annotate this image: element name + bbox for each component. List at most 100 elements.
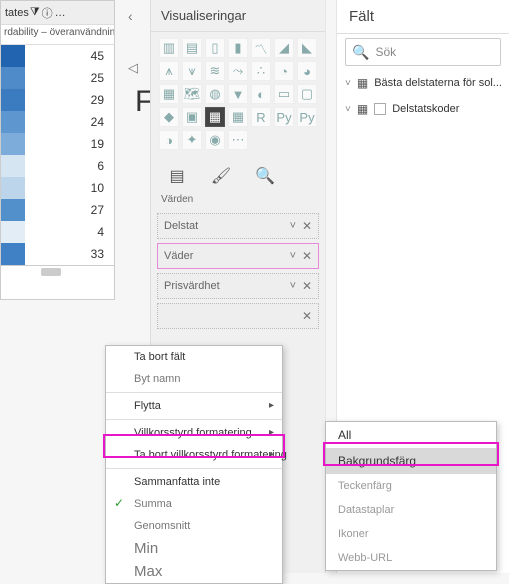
field-well[interactable]: Prisvärdhet˅✕	[157, 273, 319, 299]
...-viz-icon[interactable]: ⋯	[228, 130, 248, 150]
context-menu[interactable]: Ta bort fältByt namn Flytta▸ Villkorsstyrd…	[105, 345, 283, 584]
menu-item[interactable]: Sammanfatta inte	[106, 471, 282, 493]
color-cell	[1, 243, 25, 265]
table-icon: ▦	[357, 102, 368, 116]
table-row[interactable]: 6	[1, 155, 114, 177]
analytics-tab-icon[interactable]: 🔍	[253, 164, 277, 188]
scatter-viz-icon[interactable]: ∴	[251, 61, 271, 81]
clustered-col-viz-icon[interactable]: ▮	[228, 38, 248, 58]
stacked-col-viz-icon[interactable]: ▯	[205, 38, 225, 58]
search-input[interactable]: 🔍 Sök	[345, 38, 501, 66]
menu-item[interactable]: Ta bort fält	[106, 346, 282, 368]
context-submenu[interactable]: AllBakgrundsfärgTeckenfärgDatastaplarIko…	[325, 421, 497, 571]
menu-item[interactable]: ✓Summa	[106, 493, 282, 515]
line-viz-icon[interactable]: 〽	[251, 38, 271, 58]
menu-item[interactable]: Min	[106, 537, 282, 560]
chevron-down-icon[interactable]: ˅	[290, 250, 296, 262]
table-row[interactable]: 33	[1, 243, 114, 265]
donut-viz-icon[interactable]: ◕	[297, 61, 317, 81]
menu-item-label: Max	[134, 563, 162, 580]
line-col2-viz-icon[interactable]: ⩛	[182, 61, 202, 81]
color-cell	[1, 177, 25, 199]
arc-viz-icon[interactable]: ◉	[205, 130, 225, 150]
menu-item-label: Flytta	[134, 400, 161, 412]
submenu-item[interactable]: Datastaplar	[326, 498, 496, 522]
matrix-viz-icon[interactable]: ▦	[228, 107, 248, 127]
card-viz-icon[interactable]: ▭	[274, 84, 294, 104]
table-row[interactable]: 24	[1, 111, 114, 133]
h-scrollbar[interactable]	[1, 265, 114, 277]
python-viz-icon[interactable]: Py	[274, 107, 294, 127]
filled-map-viz-icon[interactable]: ◍	[205, 84, 225, 104]
field-table-row[interactable]: ˅▦Bästa delstaterna för sol...	[337, 70, 509, 96]
remove-icon[interactable]: ✕	[302, 219, 312, 233]
color-cell	[1, 221, 25, 243]
table-row[interactable]: 45	[1, 45, 114, 67]
menu-item[interactable]: Max	[106, 560, 282, 583]
chevron-down-icon[interactable]: ˅	[290, 280, 296, 292]
field-well[interactable]: Delstat˅✕	[157, 213, 319, 239]
stacked-bar-viz-icon[interactable]: ▥	[159, 38, 179, 58]
table-row[interactable]: 10	[1, 177, 114, 199]
speaker-icon: ◁	[128, 60, 138, 76]
format-tab-icon[interactable]: 🖌	[209, 164, 233, 188]
value-cell: 27	[25, 199, 114, 221]
submenu-item[interactable]: Webb-URL	[326, 546, 496, 570]
menu-item[interactable]: Ta bort villkorsstyrd formatering▸	[106, 444, 282, 466]
gauge-viz-icon[interactable]: ◐	[251, 84, 271, 104]
menu-item-label: Summa	[134, 498, 172, 510]
remove-icon[interactable]: ✕	[302, 279, 312, 293]
remove-icon[interactable]: ✕	[302, 309, 312, 323]
line-col-viz-icon[interactable]: ⩚	[159, 61, 179, 81]
fields-tab-icon[interactable]: ▤	[165, 164, 189, 188]
submenu-item[interactable]: Teckenfärg	[326, 474, 496, 498]
ellipsis-icon[interactable]: …	[55, 7, 66, 19]
map-viz-icon[interactable]: 🗺	[182, 84, 202, 104]
values-label: Värden	[151, 190, 325, 209]
clustered-bar-viz-icon[interactable]: ▤	[182, 38, 202, 58]
fields-title: Fält	[337, 0, 509, 33]
table-row[interactable]: 19	[1, 133, 114, 155]
remove-icon[interactable]: ✕	[302, 249, 312, 263]
table-row[interactable]: 4	[1, 221, 114, 243]
info-icon[interactable]: ⓘ	[42, 5, 53, 21]
table-row[interactable]: 27	[1, 199, 114, 221]
submenu-item[interactable]: Ikoner	[326, 522, 496, 546]
menu-item[interactable]: Flytta▸	[106, 395, 282, 417]
ribbon-viz-icon[interactable]: ≋	[205, 61, 225, 81]
table-title: tates	[5, 7, 29, 19]
expand-icon[interactable]: ˅	[345, 104, 351, 115]
py-visual-viz-icon[interactable]: Py	[297, 107, 317, 127]
key-influencers-viz-icon[interactable]: ◑	[159, 130, 179, 150]
funnel-icon[interactable]: ⧩	[30, 6, 40, 19]
expand-icon[interactable]: ˅	[345, 78, 351, 89]
treemap-viz-icon[interactable]: ▦	[159, 84, 179, 104]
waterfall-viz-icon[interactable]: ⤳	[228, 61, 248, 81]
field-well[interactable]: Väder˅✕	[157, 243, 319, 269]
value-cell: 24	[25, 111, 114, 133]
viz-icon-grid: ▥▤▯▮〽◢◣⩚⩛≋⤳∴◔◕▦🗺◍▼◐▭▢◆▣▦▦RPyPy◑✦◉⋯	[151, 32, 325, 156]
kpi-viz-icon[interactable]: ◆	[159, 107, 179, 127]
pie-viz-icon[interactable]: ◔	[274, 61, 294, 81]
menu-item[interactable]: Genomsnitt	[106, 515, 282, 537]
decomp-viz-icon[interactable]: ✦	[182, 130, 202, 150]
menu-item[interactable]: Byt namn	[106, 368, 282, 390]
menu-item[interactable]: Villkorsstyrd formatering▸	[106, 422, 282, 444]
multi-card-viz-icon[interactable]: ▢	[297, 84, 317, 104]
submenu-item[interactable]: All	[326, 422, 496, 448]
stacked-area-viz-icon[interactable]: ◣	[297, 38, 317, 58]
table-row[interactable]: 29	[1, 89, 114, 111]
chevron-down-icon[interactable]: ˅	[290, 220, 296, 232]
table-row[interactable]: 25	[1, 67, 114, 89]
table-viz-icon[interactable]: ▦	[205, 107, 225, 127]
r-viz-icon[interactable]: R	[251, 107, 271, 127]
checkbox[interactable]	[374, 103, 386, 115]
field-well[interactable]: ✕	[157, 303, 319, 329]
slicer-viz-icon[interactable]: ▣	[182, 107, 202, 127]
area-viz-icon[interactable]: ◢	[274, 38, 294, 58]
funnel-viz-icon[interactable]: ▼	[228, 84, 248, 104]
data-table[interactable]: tates ⧩ ⓘ … rdability – överanvändning 4…	[0, 0, 115, 300]
field-table-row[interactable]: ˅▦Delstatskoder	[337, 96, 509, 122]
submenu-item[interactable]: Bakgrundsfärg	[326, 448, 496, 474]
collapse-chevron-icon[interactable]: ‹	[128, 8, 133, 24]
